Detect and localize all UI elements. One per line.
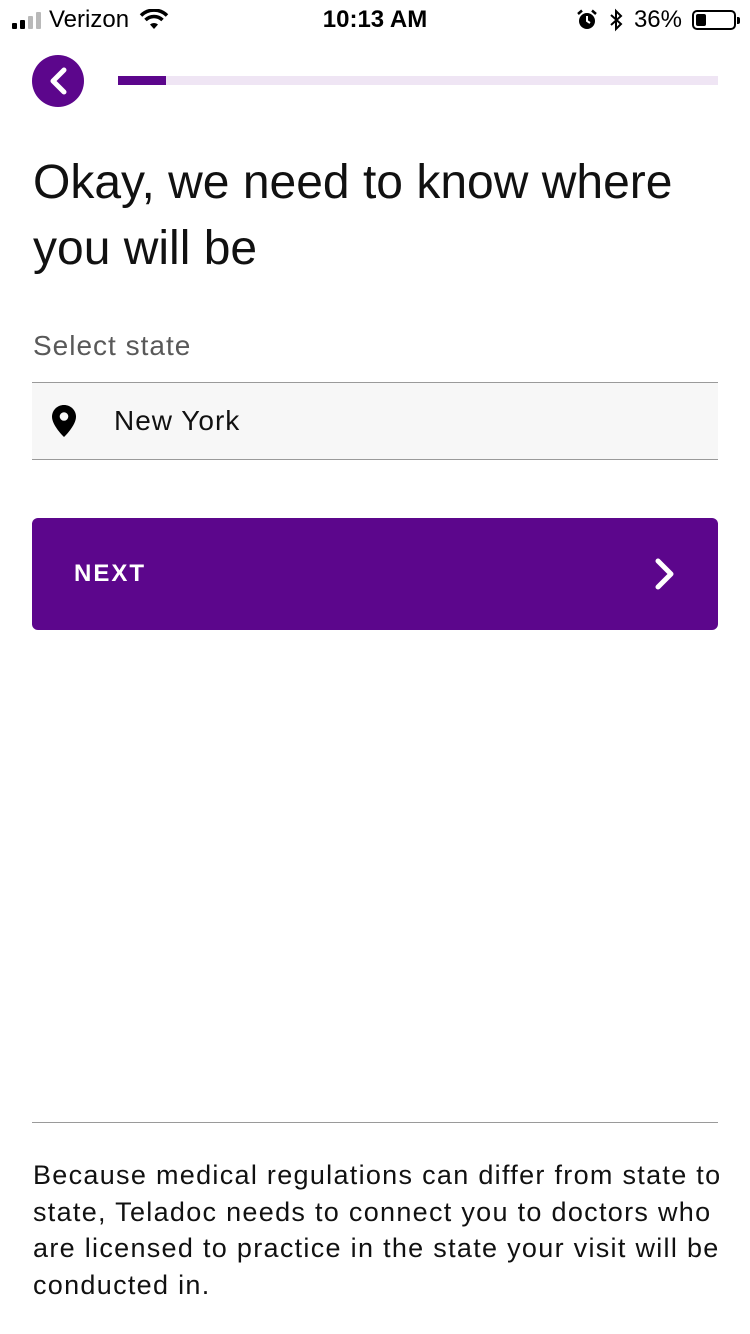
disclaimer-text: Because medical regulations can differ f… [33, 1160, 722, 1300]
chevron-left-icon [50, 67, 67, 95]
alarm-icon [577, 9, 597, 29]
bluetooth-icon [610, 8, 623, 32]
back-button[interactable] [32, 55, 84, 107]
chevron-right-icon [655, 558, 674, 590]
state-label: Select state [33, 330, 192, 361]
footer-divider [32, 1122, 718, 1123]
status-bar-right: 36% [576, 6, 740, 34]
progress-bar [118, 76, 718, 85]
state-value: New York [114, 405, 241, 436]
status-bar: Verizon 10:13 AM 36% [0, 0, 750, 40]
battery-percent: 36% [633, 6, 682, 33]
location-pin-icon [52, 405, 76, 437]
state-select[interactable]: New York [32, 382, 718, 460]
page-title: Okay, we need to know where you will be [33, 156, 673, 275]
progress-fill [118, 76, 166, 85]
next-button-label: NEXT [74, 560, 147, 587]
next-button[interactable]: NEXT [32, 518, 718, 630]
battery-nub [737, 17, 740, 24]
battery-level [696, 14, 707, 26]
battery-icon [692, 10, 740, 30]
